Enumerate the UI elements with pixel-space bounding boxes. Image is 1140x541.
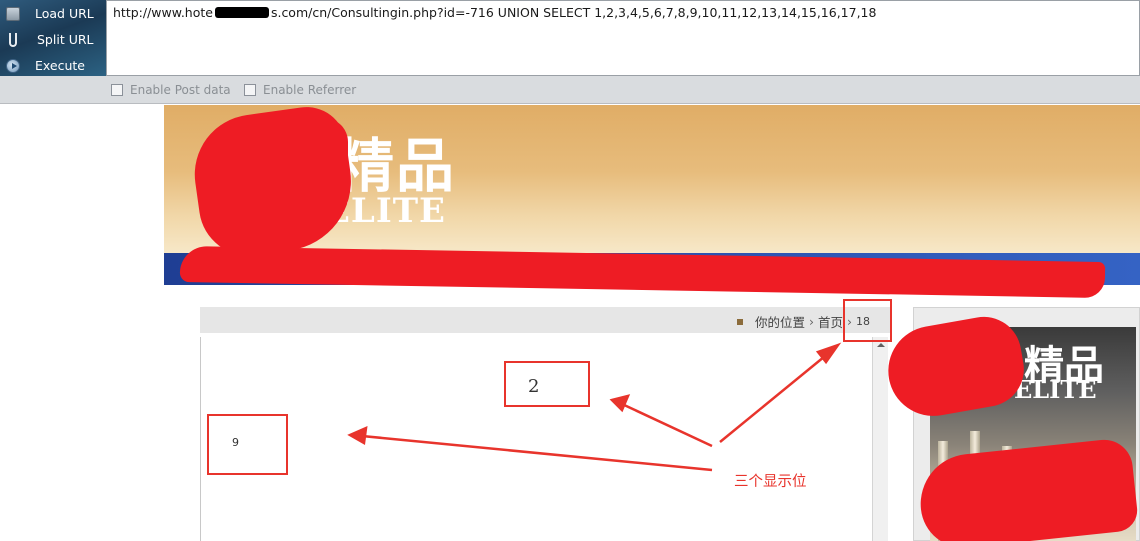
annotation-label: 三个显示位 xyxy=(734,474,807,490)
execute-button[interactable]: Execute xyxy=(0,53,106,78)
split-url-button[interactable]: Split URL xyxy=(0,27,106,52)
url-text-end: s.com/cn/Consultingin.php?id=-716 UNION … xyxy=(270,5,877,20)
breadcrumb-bullet-icon xyxy=(736,318,743,325)
load-url-icon xyxy=(6,6,20,21)
execute-icon xyxy=(6,58,20,73)
load-url-label: Load URL xyxy=(35,6,94,21)
post-checkbox-box[interactable] xyxy=(111,84,123,96)
url-input[interactable]: http://www.hote s.com/cn/Consultingin.php… xyxy=(106,0,1140,76)
enable-referrer-label: Enable Referrer xyxy=(263,83,357,97)
hackbar-button-panel: Load URL Split URL Execute xyxy=(0,0,106,76)
url-redaction xyxy=(214,7,269,18)
annotation-box-9 xyxy=(207,414,288,475)
split-url-label: Split URL xyxy=(37,32,94,47)
execute-label: Execute xyxy=(35,58,85,73)
url-text-start: http://www.hote xyxy=(113,5,213,20)
split-url-icon xyxy=(9,32,17,47)
enable-post-checkbox[interactable]: Enable Post data xyxy=(111,83,231,97)
enable-referrer-checkbox[interactable]: Enable Referrer xyxy=(244,83,356,97)
content-scrollbar[interactable] xyxy=(872,337,888,541)
annotation-box-18 xyxy=(843,299,892,342)
breadcrumb-bar: 你的位置 › 首页 › 18 xyxy=(200,307,890,333)
breadcrumb-chevron-icon: › xyxy=(808,314,814,329)
breadcrumb-home-link[interactable]: 首页 xyxy=(818,312,843,331)
hackbar-toolbar: Load URL Split URL Execute http://www.ho… xyxy=(0,0,1140,104)
load-url-button[interactable]: Load URL xyxy=(0,1,106,26)
annotation-box-2 xyxy=(504,361,590,407)
scroll-up-icon[interactable] xyxy=(877,343,885,347)
referrer-checkbox-box[interactable] xyxy=(244,84,256,96)
logo-redaction-2 xyxy=(300,118,348,178)
magazine-title-english: ELITE xyxy=(1014,375,1097,404)
breadcrumb-location-label: 你的位置 xyxy=(754,315,805,330)
enable-post-label: Enable Post data xyxy=(130,83,231,97)
